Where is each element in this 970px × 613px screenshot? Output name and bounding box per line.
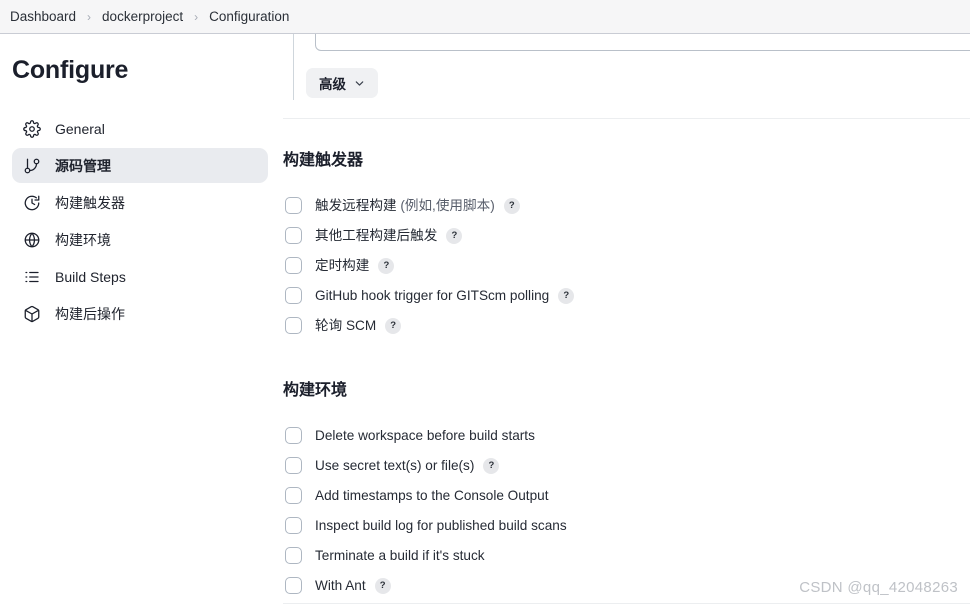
page-title: Configure xyxy=(12,56,129,84)
sidebar-item-label: General xyxy=(55,120,105,137)
option-label: 触发远程构建 (例如,使用脚本) xyxy=(315,197,495,213)
section-divider xyxy=(283,603,970,604)
sidebar-item-label: 构建环境 xyxy=(55,231,111,248)
sidebar-item-label: Build Steps xyxy=(55,268,126,285)
option-label: 轮询 SCM xyxy=(315,317,377,333)
sidebar-item-post-build-actions[interactable]: 构建后操作 xyxy=(12,296,268,331)
sidebar-item-label: 源码管理 xyxy=(55,157,111,174)
option-add-timestamps[interactable]: Add timestamps to the Console Output xyxy=(283,486,970,505)
list-icon xyxy=(22,267,42,287)
checkbox[interactable] xyxy=(285,197,302,214)
option-build-periodically[interactable]: 定时构建 ? xyxy=(283,256,970,275)
breadcrumb-item-dashboard[interactable]: Dashboard xyxy=(4,6,82,27)
option-label: 其他工程构建后触发 xyxy=(315,227,438,243)
checkbox[interactable] xyxy=(285,257,302,274)
clock-icon xyxy=(22,193,42,213)
option-github-hook-trigger[interactable]: GitHub hook trigger for GITScm polling ? xyxy=(283,286,970,305)
option-terminate-stuck-build[interactable]: Terminate a build if it's stuck xyxy=(283,546,970,565)
sidebar-item-label: 构建后操作 xyxy=(55,305,125,322)
advanced-button[interactable]: 高级 xyxy=(306,68,378,98)
section-indent-guide xyxy=(293,34,294,100)
option-label: GitHub hook trigger for GITScm polling xyxy=(315,287,550,303)
checkbox[interactable] xyxy=(285,287,302,304)
checkbox[interactable] xyxy=(285,227,302,244)
section-build-triggers: 构建触发器 触发远程构建 (例如,使用脚本) ? 其他工程构建后触发 ? 定时构… xyxy=(283,146,970,346)
breadcrumb-separator-icon: › xyxy=(194,9,199,24)
sidebar-item-build-environment[interactable]: 构建环境 xyxy=(12,222,268,257)
help-icon[interactable]: ? xyxy=(483,457,500,474)
option-label: 定时构建 xyxy=(315,257,370,273)
sidebar: Configure General 源码管理 构建触发器 构建环境 Build … xyxy=(0,34,278,613)
checkbox[interactable] xyxy=(285,457,302,474)
breadcrumb-item-configuration[interactable]: Configuration xyxy=(203,6,295,27)
scm-text-input[interactable] xyxy=(315,34,970,51)
section-title: 构建触发器 xyxy=(283,152,364,169)
checkbox[interactable] xyxy=(285,427,302,444)
option-inspect-build-log[interactable]: Inspect build log for published build sc… xyxy=(283,516,970,535)
option-label: Inspect build log for published build sc… xyxy=(315,517,567,533)
option-delete-workspace[interactable]: Delete workspace before build starts xyxy=(283,426,970,445)
checkbox[interactable] xyxy=(285,487,302,504)
section-divider xyxy=(283,118,970,119)
help-icon[interactable]: ? xyxy=(446,227,463,244)
sidebar-item-build-steps[interactable]: Build Steps xyxy=(12,259,268,294)
help-icon[interactable]: ? xyxy=(503,197,520,214)
sidebar-item-label: 构建触发器 xyxy=(55,194,125,211)
option-label: Terminate a build if it's stuck xyxy=(315,547,485,563)
help-icon[interactable]: ? xyxy=(558,287,575,304)
checkbox[interactable] xyxy=(285,517,302,534)
option-trigger-remote-build[interactable]: 触发远程构建 (例如,使用脚本) ? xyxy=(283,196,970,215)
section-title: 构建环境 xyxy=(283,382,348,399)
option-label: With Ant xyxy=(315,577,366,593)
checkbox[interactable] xyxy=(285,577,302,594)
option-label: Use secret text(s) or file(s) xyxy=(315,457,475,473)
option-build-after-other-projects[interactable]: 其他工程构建后触发 ? xyxy=(283,226,970,245)
gear-icon xyxy=(22,119,42,139)
option-use-secret-text-or-files[interactable]: Use secret text(s) or file(s) ? xyxy=(283,456,970,475)
help-icon[interactable]: ? xyxy=(374,577,391,594)
checkbox[interactable] xyxy=(285,317,302,334)
option-label: Delete workspace before build starts xyxy=(315,427,535,443)
advanced-button-label: 高级 xyxy=(319,77,346,92)
checkbox[interactable] xyxy=(285,547,302,564)
help-icon[interactable]: ? xyxy=(378,257,395,274)
sidebar-item-build-triggers[interactable]: 构建触发器 xyxy=(12,185,268,220)
globe-icon xyxy=(22,230,42,250)
option-poll-scm[interactable]: 轮询 SCM ? xyxy=(283,316,970,335)
package-icon xyxy=(22,304,42,324)
chevron-down-icon xyxy=(355,80,364,86)
watermark: CSDN @qq_42048263 xyxy=(799,579,958,596)
sidebar-item-source-code-management[interactable]: 源码管理 xyxy=(12,148,268,183)
git-branch-icon xyxy=(22,156,42,176)
breadcrumb-item-dockerproject[interactable]: dockerproject xyxy=(96,6,189,27)
main-content: 高级 构建触发器 触发远程构建 (例如,使用脚本) ? 其他工程构建后触发 ? … xyxy=(278,34,970,613)
breadcrumb: Dashboard › dockerproject › Configuratio… xyxy=(4,6,295,27)
sidebar-item-general[interactable]: General xyxy=(12,111,268,146)
section-build-environment: 构建环境 Delete workspace before build start… xyxy=(283,376,970,606)
breadcrumb-bar: Dashboard › dockerproject › Configuratio… xyxy=(0,0,970,34)
option-label: Add timestamps to the Console Output xyxy=(315,487,549,503)
help-icon[interactable]: ? xyxy=(385,317,402,334)
breadcrumb-separator-icon: › xyxy=(87,9,92,24)
